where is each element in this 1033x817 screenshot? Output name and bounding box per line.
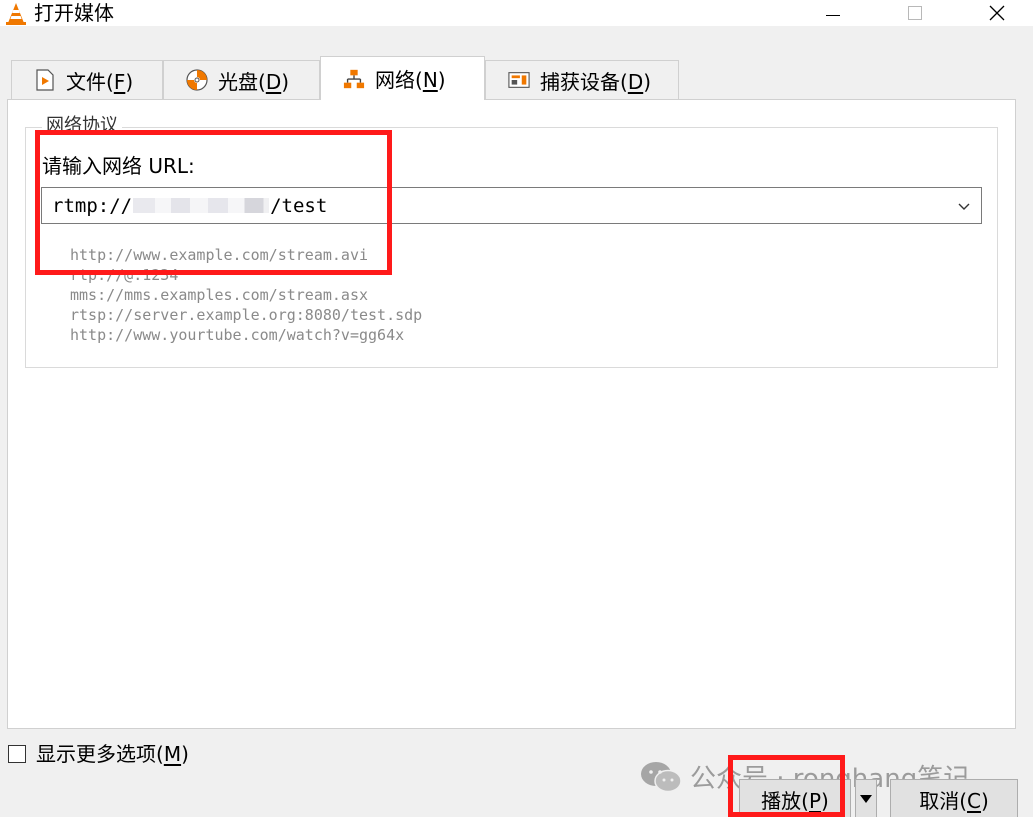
close-button[interactable] bbox=[974, 0, 1020, 26]
cancel-button-label: 取消(C) bbox=[919, 788, 989, 813]
example-url: rtsp://server.example.org:8080/test.sdp bbox=[70, 306, 423, 324]
highlight-box-url bbox=[35, 130, 392, 275]
vlc-cone-icon bbox=[6, 3, 26, 25]
tab-disc[interactable]: 光盘(D) bbox=[163, 60, 320, 99]
title-bar: 打开媒体 bbox=[0, 0, 1033, 26]
tab-file-label: 文件(F) bbox=[66, 69, 134, 94]
disc-icon bbox=[186, 69, 208, 91]
tab-network[interactable]: 网络(N) bbox=[320, 56, 485, 100]
cancel-button[interactable]: 取消(C) bbox=[890, 779, 1018, 817]
play-options-dropdown-button[interactable] bbox=[855, 779, 877, 817]
tab-network-label: 网络(N) bbox=[375, 68, 446, 92]
maximize-button[interactable] bbox=[892, 0, 938, 26]
minimize-button[interactable] bbox=[810, 0, 856, 26]
tab-file[interactable]: 文件(F) bbox=[11, 60, 163, 99]
capture-device-icon bbox=[508, 69, 530, 91]
tab-capture-device-label: 捕获设备(D) bbox=[540, 69, 652, 94]
minimize-icon bbox=[826, 14, 840, 16]
highlight-box-play bbox=[728, 755, 845, 817]
tab-capture-device[interactable]: 捕获设备(D) bbox=[485, 60, 679, 99]
chevron-down-icon[interactable] bbox=[957, 199, 971, 213]
show-more-options-label[interactable]: 显示更多选项(M) bbox=[36, 741, 189, 767]
close-icon bbox=[989, 5, 1005, 21]
triangle-down-icon bbox=[860, 795, 872, 803]
file-media-icon bbox=[34, 69, 56, 91]
window-title: 打开媒体 bbox=[34, 1, 114, 25]
example-url: mms://mms.examples.com/stream.asx bbox=[70, 286, 369, 304]
show-more-options-checkbox[interactable] bbox=[8, 745, 26, 763]
example-url: http://www.yourtube.com/watch?v=gg64x bbox=[70, 326, 405, 344]
network-icon bbox=[343, 68, 365, 90]
open-media-dialog: 打开媒体 文件(F) 光盘(D) 网络(N) 捕获设备(D) 网络协议 请输入网… bbox=[0, 0, 1033, 817]
tab-disc-label: 光盘(D) bbox=[218, 69, 290, 94]
maximize-icon bbox=[908, 6, 922, 20]
wechat-icon bbox=[641, 761, 682, 792]
